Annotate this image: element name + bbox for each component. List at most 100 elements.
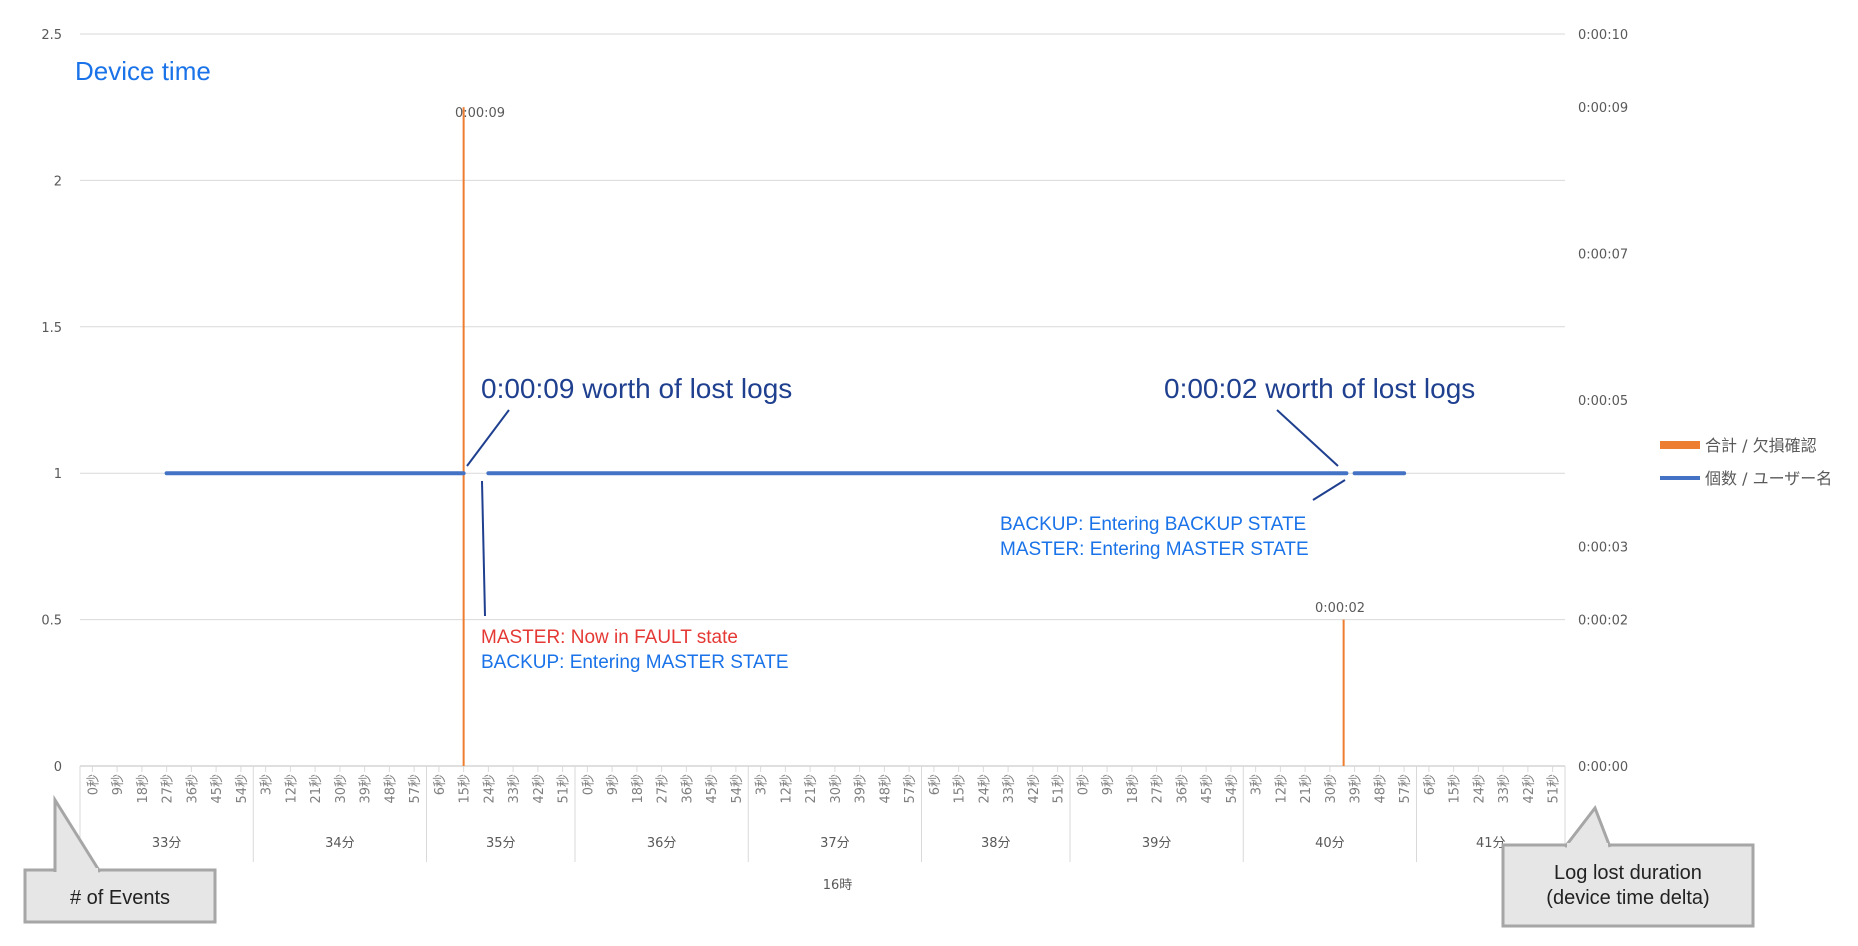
x-tick-label: 18秒	[631, 774, 646, 804]
x-tick-label: 15秒	[1448, 774, 1463, 804]
x-tick-label: 12秒	[779, 774, 794, 804]
x-minute-label: 33分	[152, 836, 182, 851]
x-tick-label: 48秒	[1373, 774, 1388, 804]
x-tick-label: 18秒	[1126, 774, 1141, 804]
legend: 合計 / 欠損確認 個数 / ユーザー名	[1660, 436, 1832, 488]
right-tick-label: 0:00:00	[1578, 760, 1628, 775]
x-tick-label: 6秒	[433, 774, 448, 795]
x-tick-label: 12秒	[1274, 774, 1289, 804]
right-tick-label: 0:00:10	[1578, 28, 1628, 43]
x-tick-label: 42秒	[1522, 774, 1537, 804]
x-minute-label: 37分	[820, 836, 850, 851]
x-tick-label: 6秒	[928, 774, 943, 795]
x-tick-label: 39秒	[854, 774, 869, 804]
legend-label-bar: 合計 / 欠損確認	[1705, 436, 1817, 455]
legend-swatch-bar	[1660, 441, 1700, 449]
right-tick-label: 0:00:07	[1578, 248, 1628, 263]
x-tick-label: 51秒	[1547, 774, 1562, 804]
callout-events: # of Events	[23, 794, 217, 924]
x-tick-label: 51秒	[1052, 774, 1067, 804]
left-tick-label: 1.5	[41, 321, 62, 336]
x-tick-label: 57秒	[1398, 774, 1413, 804]
x-tick-label: 51秒	[557, 774, 572, 804]
annotation-fault: MASTER: Now in FAULT state	[481, 627, 738, 648]
x-tick-label: 9秒	[606, 774, 621, 795]
x-tick-label: 48秒	[383, 774, 398, 804]
bar-lost-duration	[462, 107, 465, 766]
right-tick-label: 0:00:03	[1578, 540, 1628, 555]
x-tick-label: 36秒	[680, 774, 695, 804]
x-tick-label: 54秒	[730, 774, 745, 804]
x-tick-label: 57秒	[903, 774, 918, 804]
left-tick-label: 0.5	[41, 614, 62, 629]
x-minute-label: 39分	[1142, 836, 1172, 851]
x-tick-label: 0秒	[1076, 774, 1091, 795]
x-tick-label: 54秒	[235, 774, 250, 804]
callout-events-text: # of Events	[70, 887, 170, 909]
callout-duration-line1: Log lost duration	[1554, 862, 1702, 884]
annotation-lost-logs-1: 0:00:09 worth of lost logs	[481, 373, 792, 404]
x-tick-label: 27秒	[161, 774, 176, 804]
x-tick-label: 15秒	[458, 774, 473, 804]
x-tick-label: 21秒	[1299, 774, 1314, 804]
leader-event-2	[1312, 479, 1346, 501]
x-tick-label: 54秒	[1225, 774, 1240, 804]
x-tick-label: 24秒	[977, 774, 992, 804]
annotation-master-state: MASTER: Entering MASTER STATE	[1000, 539, 1309, 560]
annotation-leaders	[466, 409, 1346, 617]
x-tick-label: 30秒	[334, 774, 349, 804]
x-tick-label: 24秒	[1472, 774, 1487, 804]
x-minute-label: 36分	[647, 836, 677, 851]
x-tick-label: 21秒	[309, 774, 324, 804]
x-tick-label: 30秒	[829, 774, 844, 804]
x-tick-label: 42秒	[1027, 774, 1042, 804]
annotation-backup-state: BACKUP: Entering BACKUP STATE	[1000, 514, 1306, 535]
bar-label-1: 0:00:09	[455, 106, 505, 121]
x-minute-label: 40分	[1315, 836, 1345, 851]
x-tick-label: 36秒	[185, 774, 200, 804]
leader-lost-logs-1	[466, 409, 510, 467]
leader-event-1	[481, 480, 486, 617]
left-tick-label: 0	[54, 760, 62, 775]
x-axis: 0秒 9秒 18秒 27秒 36秒 45秒 54秒 33分 3秒 12秒 21秒 30秒 39秒 48秒 5…	[79, 766, 1566, 893]
left-tick-label: 2	[54, 174, 62, 189]
x-tick-label: 39秒	[1349, 774, 1364, 804]
x-minute-label: 35分	[486, 836, 516, 851]
callout-duration-pointer	[1563, 804, 1612, 848]
x-tick-label: 39秒	[359, 774, 374, 804]
left-tick-label: 2.5	[41, 28, 62, 43]
right-axis-ticks: 0:00:00 0:00:02 0:00:03 0:00:05 0:00:07 0:00:…	[1578, 28, 1628, 775]
x-tick-label: 18秒	[136, 774, 151, 804]
x-tick-label: 3秒	[755, 774, 770, 795]
callout-duration: Log lost duration (device time delta)	[1501, 804, 1755, 928]
right-tick-label: 0:00:02	[1578, 614, 1628, 629]
callout-duration-line2: (device time delta)	[1546, 887, 1709, 909]
x-minute-label: 41分	[1476, 836, 1506, 851]
x-tick-label: 45秒	[1200, 774, 1215, 804]
x-tick-label: 21秒	[804, 774, 819, 804]
x-tick-label: 9秒	[1101, 774, 1116, 795]
x-tick-label: 33秒	[1002, 774, 1017, 804]
right-tick-label: 0:00:09	[1578, 101, 1628, 116]
x-tick-label: 48秒	[878, 774, 893, 804]
x-minute-label: 34分	[325, 836, 355, 851]
left-tick-label: 1	[54, 467, 62, 482]
device-time-chart: 0 0.5 1 1.5 2 2.5 0:00:00 0:00:02 0:00:03 0:00:0…	[23, 28, 1832, 928]
x-tick-label: 30秒	[1324, 774, 1339, 804]
chart-title: Device time	[75, 56, 211, 86]
x-hour-label: 16時	[823, 878, 853, 893]
x-tick-label: 6秒	[1423, 774, 1438, 795]
x-tick-label: 33秒	[1497, 774, 1512, 804]
x-tick-label: 45秒	[210, 774, 225, 804]
x-tick-label: 12秒	[284, 774, 299, 804]
bar-label-2: 0:00:02	[1315, 601, 1365, 616]
x-tick-label: 0秒	[86, 774, 101, 795]
x-tick-label: 9秒	[111, 774, 126, 795]
x-tick-label: 57秒	[408, 774, 423, 804]
x-tick-label: 0秒	[581, 774, 596, 795]
callout-duration-box	[1501, 843, 1755, 928]
x-tick-label: 27秒	[656, 774, 671, 804]
x-tick-label: 24秒	[482, 774, 497, 804]
x-tick-label: 45秒	[705, 774, 720, 804]
annotation-lost-logs-2: 0:00:02 worth of lost logs	[1164, 373, 1475, 404]
